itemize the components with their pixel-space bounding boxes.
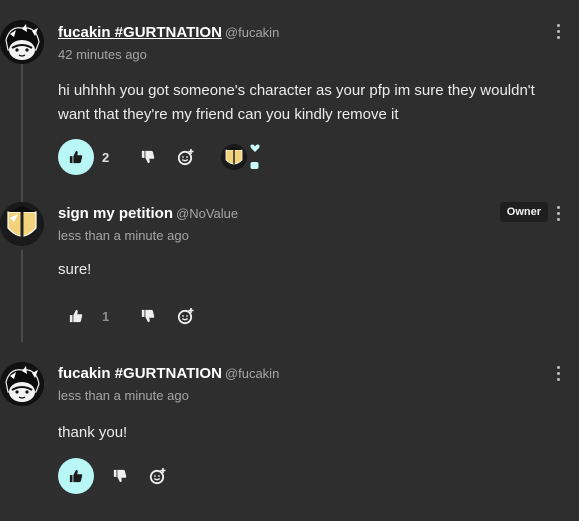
comment-header: fucakin #GURTNATION @fucakin <box>58 365 279 382</box>
thumbs-down-icon <box>113 469 127 483</box>
author-name[interactable]: sign my petition <box>58 205 173 222</box>
like-button[interactable] <box>58 139 94 175</box>
avatar[interactable] <box>0 362 44 406</box>
thumbs-up-icon <box>69 469 83 483</box>
more-options-icon[interactable] <box>555 366 561 384</box>
author-handle[interactable]: @fucakin <box>225 366 279 381</box>
dislike-button[interactable] <box>110 466 130 486</box>
thumbs-up-icon <box>69 150 83 164</box>
timestamp: 42 minutes ago <box>58 47 147 62</box>
comment-text: hi uhhhh you got someone's character as … <box>58 82 535 123</box>
reactor-status-icon <box>249 143 261 171</box>
comment-actions: 1 <box>58 298 218 336</box>
add-reaction-icon <box>177 308 194 325</box>
comment-header: sign my petition @NoValue <box>58 205 238 222</box>
reactor-avatar[interactable] <box>221 144 247 170</box>
like-count: 1 <box>102 309 110 324</box>
comment-actions <box>58 458 198 496</box>
thread-line <box>21 250 23 342</box>
like-button[interactable] <box>58 458 94 494</box>
add-reaction-button[interactable] <box>148 466 168 486</box>
thumbs-down-icon <box>141 309 155 323</box>
comment-text: thank you! <box>58 424 128 441</box>
avatar[interactable] <box>0 20 44 64</box>
author-handle[interactable]: @NoValue <box>176 206 238 221</box>
comment-actions: 2 <box>58 139 278 177</box>
like-count: 2 <box>102 150 110 165</box>
author-handle[interactable]: @fucakin <box>225 25 279 40</box>
timestamp: less than a minute ago <box>58 228 189 243</box>
like-button[interactable] <box>58 298 94 334</box>
thumbs-down-icon <box>141 150 155 164</box>
dislike-button[interactable] <box>138 306 158 326</box>
author-name[interactable]: fucakin #GURTNATION <box>58 24 222 41</box>
add-reaction-icon <box>177 149 194 166</box>
timestamp: less than a minute ago <box>58 388 189 403</box>
avatar-image <box>0 362 44 406</box>
comment-header: fucakin #GURTNATION @fucakin <box>58 24 279 41</box>
add-reaction-button[interactable] <box>176 306 196 326</box>
reactor-avatar-image <box>221 144 247 170</box>
add-reaction-icon <box>149 468 166 485</box>
author-name[interactable]: fucakin #GURTNATION <box>58 365 222 382</box>
comment-text: sure! <box>58 261 92 278</box>
more-options-icon[interactable] <box>555 206 561 224</box>
owner-badge: Owner <box>499 202 548 222</box>
add-reaction-button[interactable] <box>176 147 196 167</box>
avatar[interactable] <box>0 202 44 246</box>
avatar-image <box>0 202 44 246</box>
thumbs-up-icon <box>69 309 83 323</box>
dislike-button[interactable] <box>138 147 158 167</box>
thread-line <box>21 64 23 204</box>
more-options-icon[interactable] <box>555 24 561 42</box>
avatar-image <box>0 20 44 64</box>
